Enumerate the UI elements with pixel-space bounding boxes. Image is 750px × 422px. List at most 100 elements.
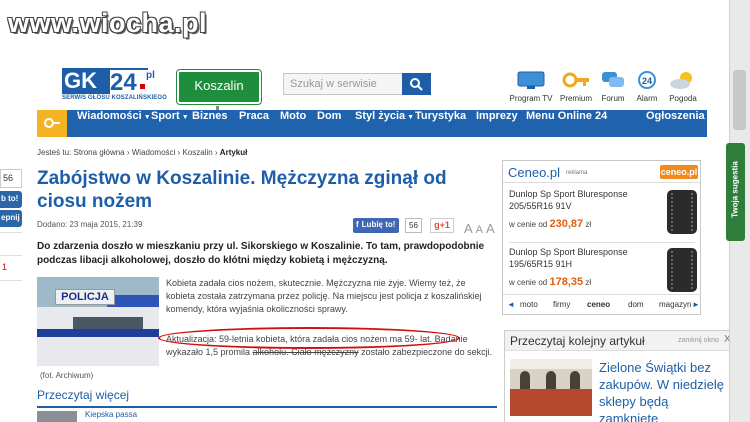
- breadcrumb-city[interactable]: Koszalin: [182, 148, 212, 157]
- left-fragment-number: 1: [2, 262, 8, 272]
- caret-down-icon: ▼: [143, 114, 151, 121]
- key-home-icon: [44, 118, 60, 128]
- ceneo-tab-dom[interactable]: dom: [628, 300, 644, 309]
- font-size-small[interactable]: A: [486, 221, 495, 236]
- nav-item-imprezy[interactable]: Imprezy: [476, 110, 518, 137]
- nav-item-praca[interactable]: Praca: [239, 110, 269, 137]
- search-button[interactable]: [402, 73, 431, 95]
- nav-item-wiadomosci[interactable]: Wiadomości ▼: [77, 110, 151, 137]
- left-fragment-recommend-button[interactable]: epnij: [0, 210, 22, 227]
- premium-link[interactable]: Premium: [558, 70, 594, 103]
- nav-label: Styl życia: [355, 110, 406, 122]
- google-plus-button[interactable]: g+1: [430, 218, 454, 233]
- tire-tread: [671, 251, 693, 289]
- read-next-image[interactable]: [510, 359, 592, 416]
- program-tv-link[interactable]: Program TV: [509, 70, 553, 103]
- read-more-heading: Przeczytaj więcej: [37, 388, 497, 408]
- tire-image[interactable]: [667, 248, 697, 292]
- facebook-like-button[interactable]: f Lubię to!: [353, 218, 400, 233]
- read-next-heading: Przeczytaj kolejny artykuł: [510, 334, 645, 348]
- caret-down-icon: ▼: [407, 114, 415, 121]
- weather-label: Pogoda: [669, 94, 697, 103]
- article-photo[interactable]: POLICJA: [37, 277, 159, 366]
- read-next-title[interactable]: Zielone Świątki bez zakupów. W niedzielę…: [599, 359, 731, 422]
- left-fragment-like-button[interactable]: b to!: [0, 191, 22, 208]
- nav-item-dom[interactable]: Dom: [317, 110, 341, 137]
- nav-item-styl-zycia[interactable]: Styl życia ▼: [355, 110, 414, 137]
- breadcrumb-news[interactable]: Wiadomości: [132, 148, 176, 157]
- forum-link[interactable]: Forum: [598, 70, 628, 103]
- update-text-end: zostało zabezpieczone do sekcji.: [358, 347, 493, 357]
- article-title: Zabójstwo w Koszalinie. Mężczyzna zginął…: [37, 168, 447, 212]
- premium-label: Premium: [559, 94, 592, 103]
- store-person: [520, 371, 530, 391]
- watermark: www.wiocha.pl: [8, 8, 208, 38]
- tv-icon: [517, 71, 545, 89]
- ceneo-logo[interactable]: ceneo.pl: [660, 165, 698, 179]
- ceneo-header: Ceneo.pl reklama ceneo.pl: [503, 161, 700, 183]
- price-prefix: w cenie od: [509, 220, 548, 229]
- ceneo-product[interactable]: Dunlop Sp Sport Bluresponse 195/65R15 91…: [509, 246, 697, 301]
- product-price: 178,35: [549, 276, 584, 288]
- logo-dot: [140, 84, 145, 89]
- font-size-medium[interactable]: A: [476, 224, 483, 236]
- scrollbar-thumb[interactable]: [733, 70, 746, 130]
- read-next-header: Przeczytaj kolejny artykuł zamknij okno …: [505, 331, 733, 351]
- product-price-row: w cenie od 230,87 zł: [509, 218, 591, 230]
- home-button[interactable]: [37, 110, 67, 137]
- feedback-tab[interactable]: Twoja sugestia: [726, 143, 745, 241]
- left-fragment-divider: [0, 280, 22, 281]
- search-icon: [410, 78, 423, 91]
- breadcrumb-current: Artykuł: [219, 148, 248, 157]
- ceneo-tab-ceneo[interactable]: ceneo: [587, 300, 610, 309]
- nav-item-turystyka[interactable]: Turystyka: [415, 110, 466, 137]
- ceneo-brand[interactable]: Ceneo.pl: [508, 165, 560, 180]
- ceneo-tab-firmy[interactable]: firmy: [553, 300, 570, 309]
- ceneo-tab-moto[interactable]: moto: [520, 300, 538, 309]
- alarm-24-icon: 24: [638, 71, 656, 89]
- article-date: Dodano: 23 maja 2015, 21:39: [37, 220, 143, 229]
- ceneo-tab-magazyn[interactable]: magazyn: [659, 300, 691, 309]
- store-ceiling: [510, 359, 592, 369]
- nav-label: Imprezy: [476, 110, 518, 122]
- store-counter: [510, 389, 592, 416]
- site-logo[interactable]: GK 24 pl SERWIS GŁOSU KOSZALIŃSKIEGO: [62, 68, 167, 102]
- logo-subtitle: SERWIS GŁOSU KOSZALIŃSKIEGO: [62, 95, 167, 101]
- facebook-icon: f: [356, 220, 359, 229]
- nav-item-ogloszenia[interactable]: Ogłoszenia ▼: [646, 110, 714, 137]
- photo-car-window: [73, 317, 143, 329]
- font-size-large[interactable]: A: [464, 221, 473, 236]
- city-sign[interactable]: Koszalin: [176, 69, 262, 105]
- product-name[interactable]: Dunlop Sp Sport Bluresponse 205/55R16 91…: [509, 188, 659, 212]
- price-currency: zł: [585, 220, 592, 229]
- alarm-link[interactable]: 24 Alarm: [633, 70, 661, 103]
- nav-label: Sport: [151, 110, 180, 122]
- store-person: [546, 371, 556, 391]
- close-window-link[interactable]: zamknij okno: [678, 337, 719, 344]
- breadcrumb-home[interactable]: Strona główna: [73, 148, 124, 157]
- feedback-label: Twoja sugestia: [730, 161, 740, 218]
- weather-icon: [670, 72, 692, 89]
- left-fragment-box: [0, 232, 22, 256]
- read-more-thumbnail[interactable]: [37, 411, 77, 422]
- nav-item-biznes[interactable]: Biznes: [192, 110, 227, 137]
- product-name[interactable]: Dunlop Sp Sport Bluresponse 195/65R15 91…: [509, 246, 659, 270]
- article-lead: Do zdarzenia doszło w mieszkaniu przy ul…: [37, 241, 485, 266]
- tire-tread: [671, 193, 693, 231]
- nav-item-moto[interactable]: Moto: [280, 110, 306, 137]
- tire-image[interactable]: [667, 190, 697, 234]
- tabs-next-arrow-icon[interactable]: ►: [692, 300, 700, 309]
- nav-label: Dom: [317, 110, 342, 122]
- ceneo-product[interactable]: Dunlop Sp Sport Bluresponse 205/55R16 91…: [509, 188, 697, 243]
- logo-gk: GK: [62, 68, 110, 94]
- weather-link[interactable]: Pogoda: [666, 70, 700, 103]
- photo-police-sign: POLICJA: [55, 289, 115, 305]
- nav-item-menu-online[interactable]: Menu Online 24: [526, 110, 607, 137]
- forum-icon: [602, 72, 624, 87]
- tabs-prev-arrow-icon[interactable]: ◄: [507, 300, 515, 309]
- nav-item-sport[interactable]: Sport ▼: [151, 110, 189, 137]
- read-more-link[interactable]: Kiepska passa: [85, 410, 137, 419]
- product-price-row: w cenie od 178,35 zł: [509, 276, 591, 288]
- key-icon: [562, 72, 589, 88]
- main-nav: Wiadomości ▼ Sport ▼ Biznes Praca Moto Dom…: [37, 110, 714, 137]
